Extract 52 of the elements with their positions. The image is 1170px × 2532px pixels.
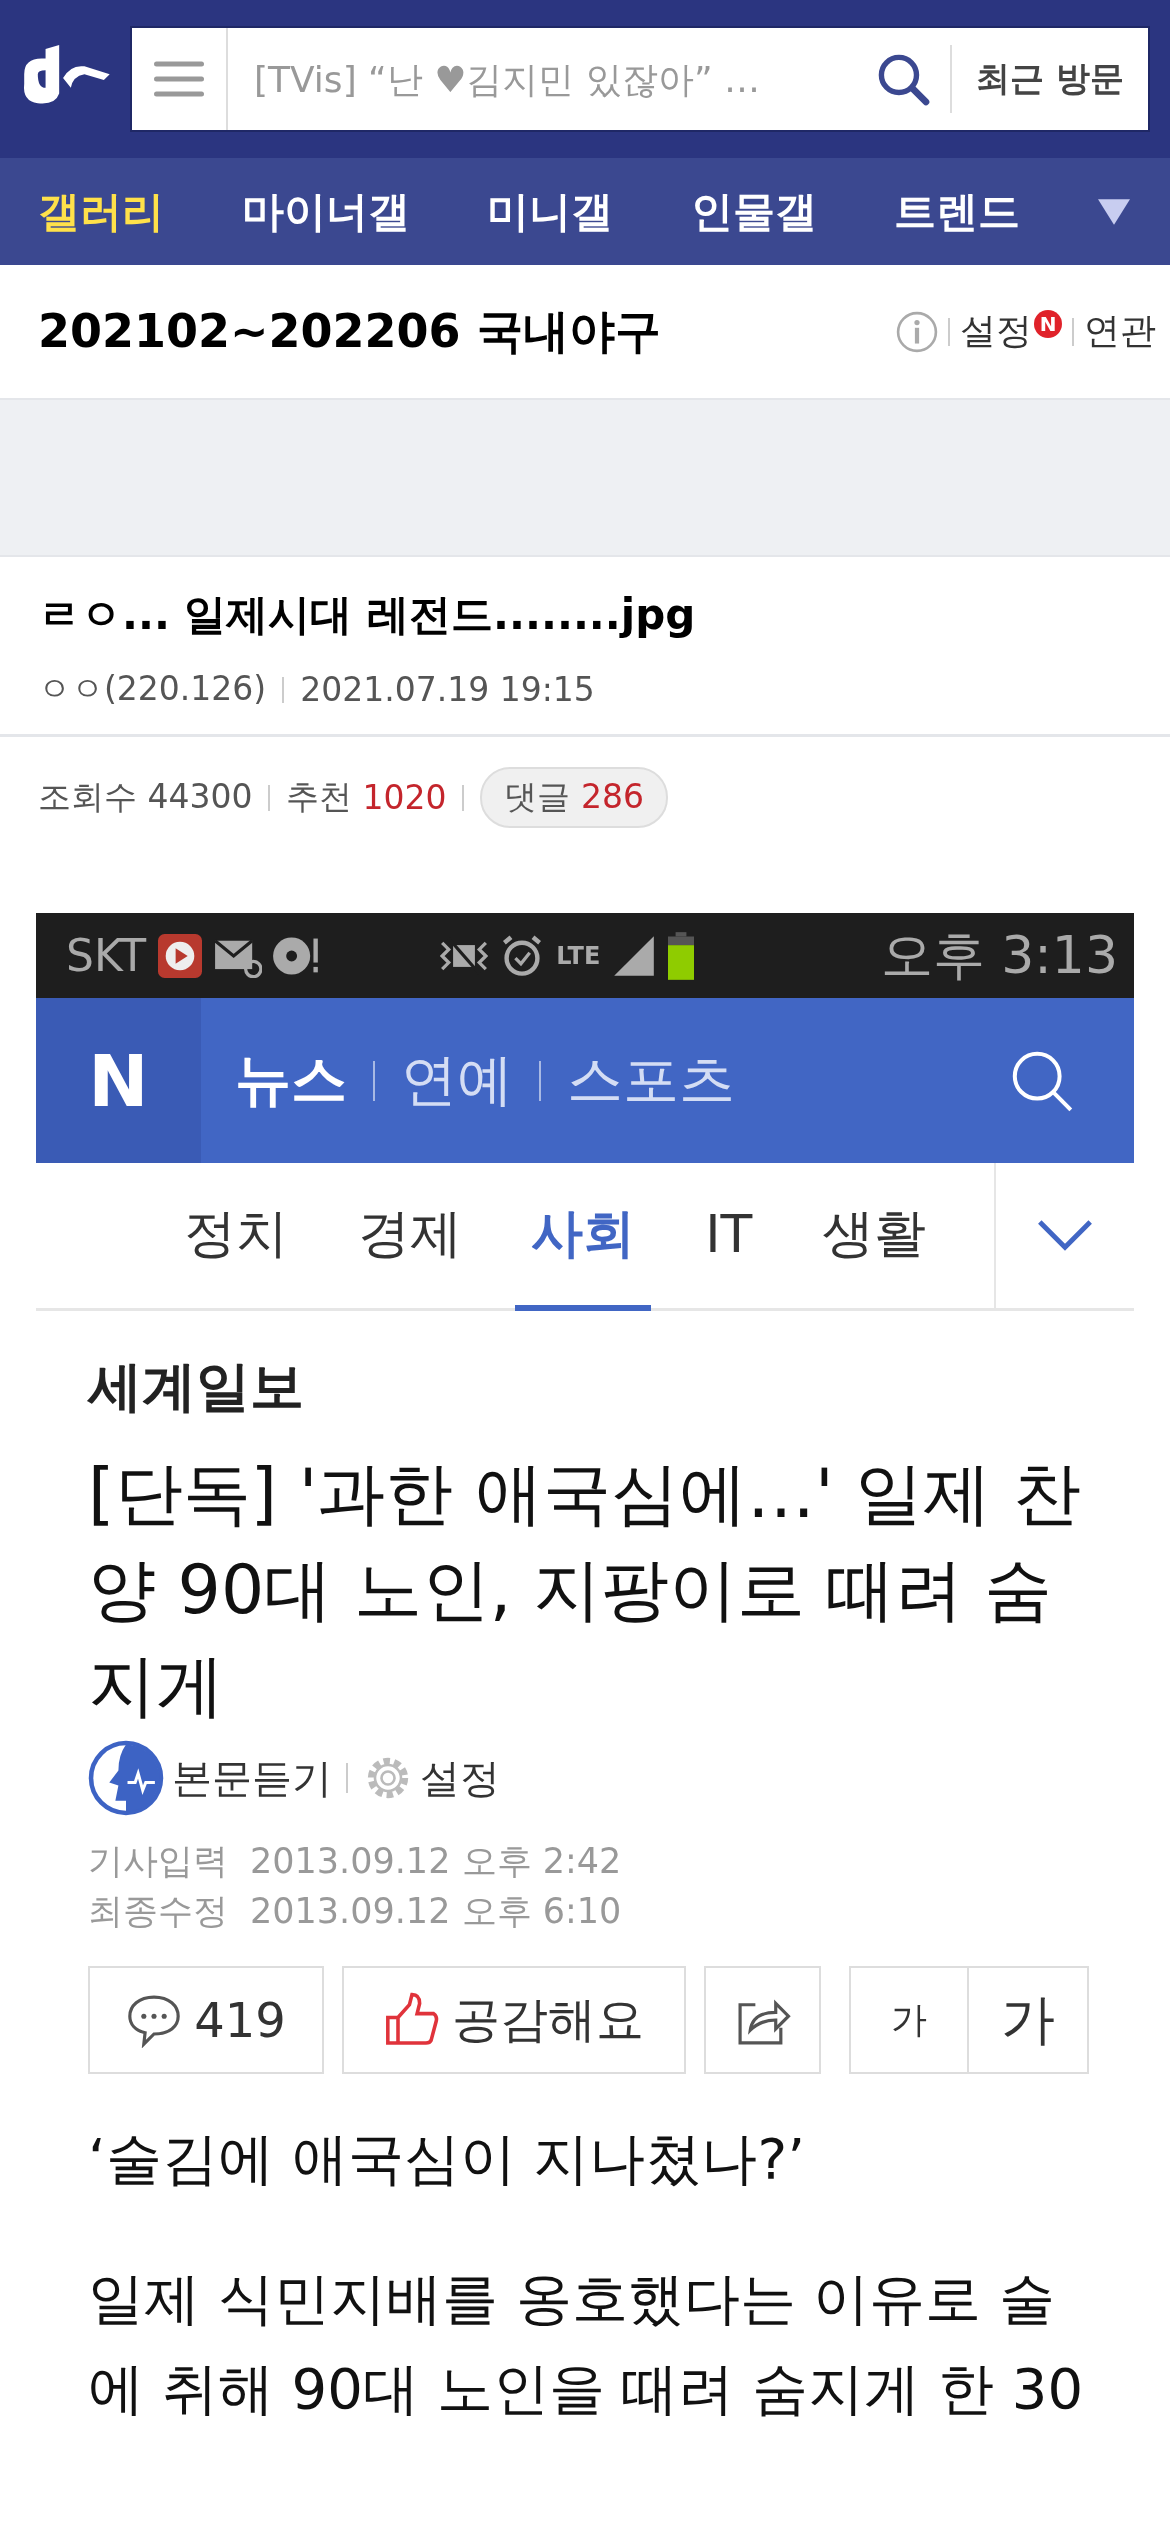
nav-tab[interactable]: 인물갤 (690, 183, 817, 240)
share-button[interactable] (704, 1966, 821, 2075)
section-tab[interactable]: 연예 (401, 1042, 513, 1119)
new-badge: N (1034, 309, 1062, 338)
category-tab[interactable]: 경제 (341, 1163, 478, 1311)
view-count: 조회수 44300 (38, 776, 253, 818)
recommend-label: 추천 (286, 776, 353, 818)
related-link[interactable]: 연관 (1084, 307, 1156, 356)
nav-tab[interactable]: 미니갤 (487, 183, 614, 240)
post-title: ㄹㅇ... 일제시대 레전드........jpg (38, 589, 697, 641)
category-tab[interactable]: 생활 (806, 1163, 942, 1311)
clock-time: 오후 3:13 (880, 923, 1118, 987)
author-name: ㅇㅇ(220.126) (38, 668, 267, 710)
section-tab[interactable]: 스포츠 (567, 1042, 735, 1119)
gallery-title: 202102~202206 국내야구 (38, 302, 661, 360)
comments-button[interactable]: 댓글 286 (480, 767, 668, 828)
nav-tab[interactable]: 갤러리 (38, 183, 164, 240)
date-label: 최종수정 (88, 1891, 228, 1932)
search-field[interactable]: [TVis] “난 ♥김지민 있잖아” … 최근 방문 (130, 26, 1150, 132)
play-icon (156, 933, 205, 978)
section-tab[interactable]: 뉴스 (235, 1042, 347, 1119)
nav-tab[interactable]: 마이너갤 (241, 183, 410, 240)
listen-link[interactable]: 본문듣기 (172, 1755, 332, 1802)
category-tab[interactable]: 정치 (168, 1163, 304, 1311)
date-value: 2013.09.12 오후 2:42 (250, 1841, 622, 1882)
date-label: 기사입력 (88, 1841, 228, 1882)
category-tab[interactable]: IT (689, 1163, 769, 1311)
settings-link[interactable]: 설정 (960, 307, 1032, 356)
search-icon[interactable] (876, 52, 931, 106)
recommend-count: 1020 (362, 778, 447, 817)
menu-icon (153, 59, 205, 99)
recent-visits-button[interactable]: 최근 방문 (952, 56, 1148, 102)
chevron-down-icon[interactable] (1037, 1218, 1093, 1253)
app-logo[interactable]: N (36, 998, 201, 1163)
font-larger-button[interactable]: 가 (969, 1966, 1089, 2075)
like-button[interactable]: 공감해요 (342, 1966, 686, 2075)
publisher-name: 세계일보 (88, 1354, 305, 1420)
font-smaller-button[interactable]: 가 (849, 1966, 969, 2075)
settings-link[interactable]: 설정 (420, 1755, 500, 1802)
battery-icon (668, 930, 695, 981)
article-headline: [단독] '과한 애국심에…' 일제 찬양 90대 노인, 지팡이로 때려 숨지게 (88, 1453, 1082, 1727)
comments-button[interactable]: 419 (88, 1966, 324, 2075)
network-label: LTE (556, 941, 601, 970)
article-paragraph: 일제 식민지배를 옹호했다는 이유로 술에 취해 90대 노인을 때려 숨지게 한 30 (88, 2265, 1085, 2424)
category-tab[interactable]: 사회 (515, 1163, 652, 1311)
dropdown-icon[interactable] (1097, 198, 1130, 225)
carrier-label: SKT (66, 930, 147, 981)
speaker-icon[interactable] (88, 1740, 164, 1817)
article-paragraph: ‘술김에 애국심이 지나쳤나?’ (88, 2125, 806, 2194)
date-value: 2013.09.12 오후 6:10 (250, 1891, 622, 1932)
post-date: 2021.07.19 19:15 (300, 670, 595, 709)
nav-tab[interactable]: 트렌드 (894, 183, 1021, 240)
